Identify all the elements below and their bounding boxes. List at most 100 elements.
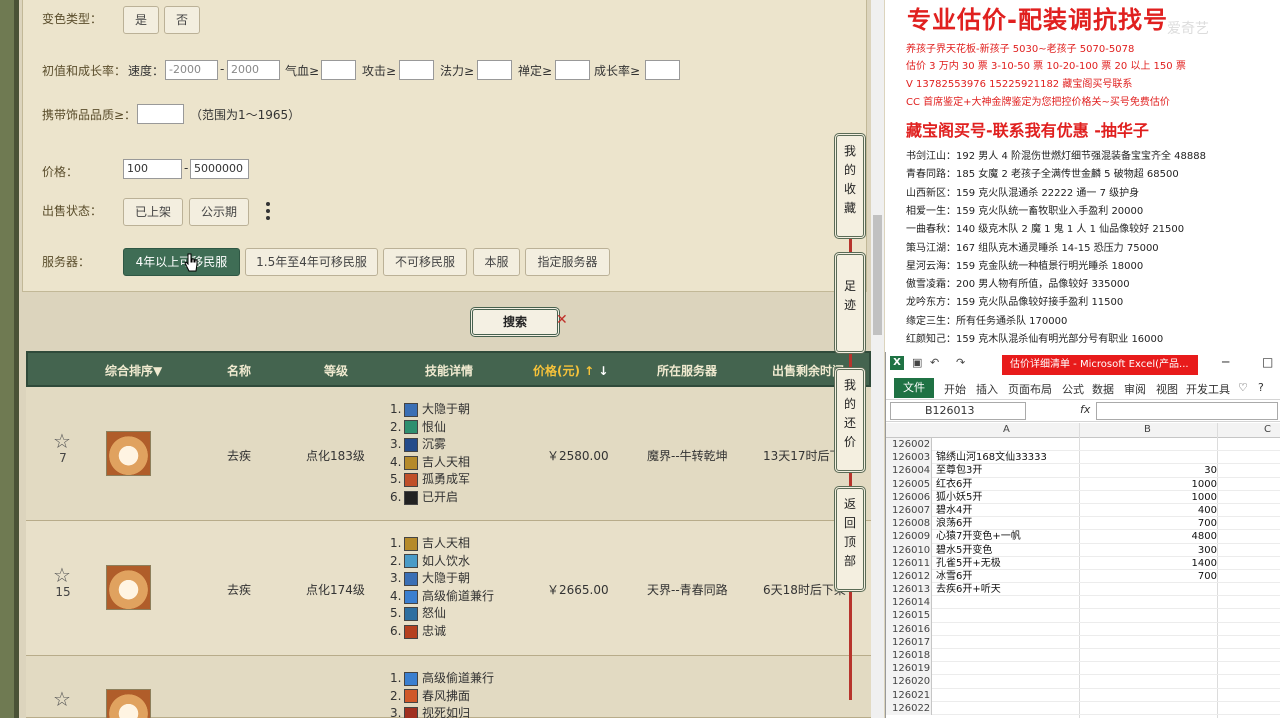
cell-a[interactable]: 狐小妖5开	[936, 491, 982, 504]
tab-home[interactable]: 开始	[944, 381, 966, 397]
skill-item[interactable]: 2. 如人饮水	[390, 553, 494, 571]
cell-b[interactable]: 30	[1079, 464, 1217, 477]
footprint-button[interactable]: 足迹	[834, 252, 866, 354]
back-to-top-button[interactable]: 返回顶部	[834, 486, 866, 592]
skill-item[interactable]: 3. 视死如归	[390, 705, 494, 718]
cell-a[interactable]: 浪荡6开	[936, 517, 972, 530]
skill-item[interactable]: 3. 沉雾	[390, 436, 470, 454]
cell-a[interactable]: 冰雪6开	[936, 570, 972, 583]
cell-b[interactable]: 4800	[1079, 530, 1217, 543]
def-input[interactable]	[555, 60, 590, 80]
table-row[interactable]: ☆ 15 去疾 点化174级 ￥2665.00 天界--青春同路 6天18时后下架 1. 吉人天…	[26, 521, 871, 656]
server-no-migrate-button[interactable]: 不可移民服	[383, 248, 467, 276]
sheet-row[interactable]: 126013 去疾6开+听天	[886, 583, 1280, 597]
cell-a[interactable]: 碧水4开	[936, 504, 972, 517]
color-type-no-button[interactable]: 否	[164, 6, 200, 34]
search-button[interactable]: 搜索	[470, 307, 560, 337]
row-number[interactable]: 126007	[886, 503, 932, 518]
row-number[interactable]: 126014	[886, 596, 932, 610]
name-box[interactable]: B126013	[890, 402, 1026, 420]
column-a-header[interactable]: A	[1003, 424, 1010, 435]
formula-input[interactable]	[1096, 402, 1278, 420]
server-1-5yr-button[interactable]: 1.5年至4年可移民服	[245, 248, 378, 276]
cell-a[interactable]: 至尊包3开	[936, 464, 982, 477]
fx-icon[interactable]: fx	[1080, 403, 1090, 416]
row-number[interactable]: 126022	[886, 701, 932, 715]
skill-item[interactable]: 1. 吉人天相	[390, 535, 494, 553]
sheet-row[interactable]: 126020	[886, 675, 1280, 689]
cell-a[interactable]: 去疾6开+听天	[936, 583, 1001, 596]
cell-b[interactable]: 1000	[1079, 478, 1217, 491]
tab-review[interactable]: 审阅	[1124, 381, 1146, 397]
row-number[interactable]: 126011	[886, 556, 932, 570]
sheet-row[interactable]: 126016	[886, 622, 1280, 636]
cell-b[interactable]: 1400	[1079, 557, 1217, 570]
tab-page-layout[interactable]: 页面布局	[1008, 381, 1052, 397]
row-number[interactable]: 126008	[886, 517, 932, 531]
sheet-row[interactable]: 126014	[886, 596, 1280, 610]
favorite-star-icon[interactable]: ☆	[53, 687, 71, 711]
server-local-button[interactable]: 本服	[473, 248, 520, 276]
row-number[interactable]: 126013	[886, 583, 932, 597]
cell-a[interactable]: 碧水5开变色	[936, 544, 992, 557]
row-number[interactable]: 126018	[886, 649, 932, 663]
status-listed-button[interactable]: 已上架	[123, 198, 183, 226]
row-number[interactable]: 126009	[886, 530, 932, 544]
maximize-icon[interactable]: □	[1262, 355, 1273, 369]
row-number[interactable]: 126002	[886, 438, 932, 452]
tab-formulas[interactable]: 公式	[1062, 381, 1084, 397]
page-scrollbar[interactable]	[871, 0, 884, 718]
sheet-row[interactable]: 126004 至尊包3开 30	[886, 464, 1280, 478]
table-row[interactable]: ☆ 1. 高级偷道兼行 2. 春风拂面 3. 视死如归	[26, 656, 871, 718]
tab-view[interactable]: 视图	[1156, 381, 1178, 397]
speed-min-input[interactable]: -2000	[165, 60, 218, 80]
status-public-button[interactable]: 公示期	[189, 198, 249, 226]
row-number[interactable]: 126010	[886, 543, 932, 557]
cell-a[interactable]: 孔雀5开+无极	[936, 557, 1001, 570]
skill-item[interactable]: 1. 大隐于朝	[390, 401, 470, 419]
favorite-star-icon[interactable]: ☆	[53, 429, 71, 453]
sheet-row[interactable]: 126012 冰雪6开 700	[886, 569, 1280, 584]
color-type-yes-button[interactable]: 是	[123, 6, 159, 34]
cell-b[interactable]: 1000	[1079, 491, 1217, 504]
minimize-icon[interactable]: ─	[1222, 355, 1229, 369]
column-b-header[interactable]: B	[1144, 424, 1151, 435]
sheet-row[interactable]: 126019	[886, 662, 1280, 676]
scrollbar-thumb[interactable]	[873, 215, 882, 335]
help-icon[interactable]: ?	[1258, 381, 1264, 394]
price-min-input[interactable]: 100	[123, 159, 182, 179]
skill-item[interactable]: 6. 已开启	[390, 489, 470, 507]
mp-input[interactable]	[477, 60, 512, 80]
my-counteroffer-button[interactable]: 我的还价	[834, 367, 866, 473]
sheet-row[interactable]: 126021	[886, 688, 1280, 702]
ribbon-collapse-icon[interactable]: ♡	[1238, 381, 1248, 394]
skill-item[interactable]: 5. 怒仙	[390, 605, 494, 623]
sheet-row[interactable]: 126008 浪荡6开 700	[886, 517, 1280, 531]
tab-insert[interactable]: 插入	[976, 381, 998, 397]
file-tab[interactable]: 文件	[894, 378, 934, 398]
row-number[interactable]: 126017	[886, 635, 932, 649]
price-header[interactable]: 价格(元) ↑ ↓	[533, 362, 608, 379]
pet-avatar[interactable]	[106, 689, 151, 718]
cell-b[interactable]: 300	[1079, 544, 1217, 557]
sheet-row[interactable]: 126011 孔雀5开+无极 1400	[886, 556, 1280, 570]
row-number[interactable]: 126021	[886, 688, 932, 702]
cell-a[interactable]: 锦绣山河168文仙33333	[936, 451, 1047, 464]
row-number[interactable]: 126019	[886, 662, 932, 676]
sheet-row[interactable]: 126015	[886, 609, 1280, 623]
favorites-button[interactable]: 我的收藏	[834, 133, 866, 239]
pet-avatar[interactable]	[106, 431, 151, 476]
skill-item[interactable]: 6. 忠诚	[390, 623, 494, 641]
cell-b[interactable]: 700	[1079, 517, 1217, 530]
sheet-row[interactable]: 126007 碧水4开 400	[886, 503, 1280, 518]
sheet-row[interactable]: 126003 锦绣山河168文仙33333	[886, 451, 1280, 465]
sheet-row[interactable]: 126022	[886, 701, 1280, 715]
skill-item[interactable]: 3. 大隐于朝	[390, 570, 494, 588]
table-row[interactable]: ☆ 7 去疾 点化183级 ￥2580.00 魔界--牛转乾坤 13天17时后下架 1. 大隐于…	[26, 387, 871, 521]
cell-a[interactable]: 心猿7开变色+一帆	[936, 530, 1021, 543]
undo-icon[interactable]: ↶	[930, 356, 939, 369]
skill-item[interactable]: 5. 孤勇成军	[390, 471, 470, 489]
redo-icon[interactable]: ↷	[956, 356, 965, 369]
tab-data[interactable]: 数据	[1092, 381, 1114, 397]
sheet-row[interactable]: 126009 心猿7开变色+一帆 4800	[886, 530, 1280, 544]
